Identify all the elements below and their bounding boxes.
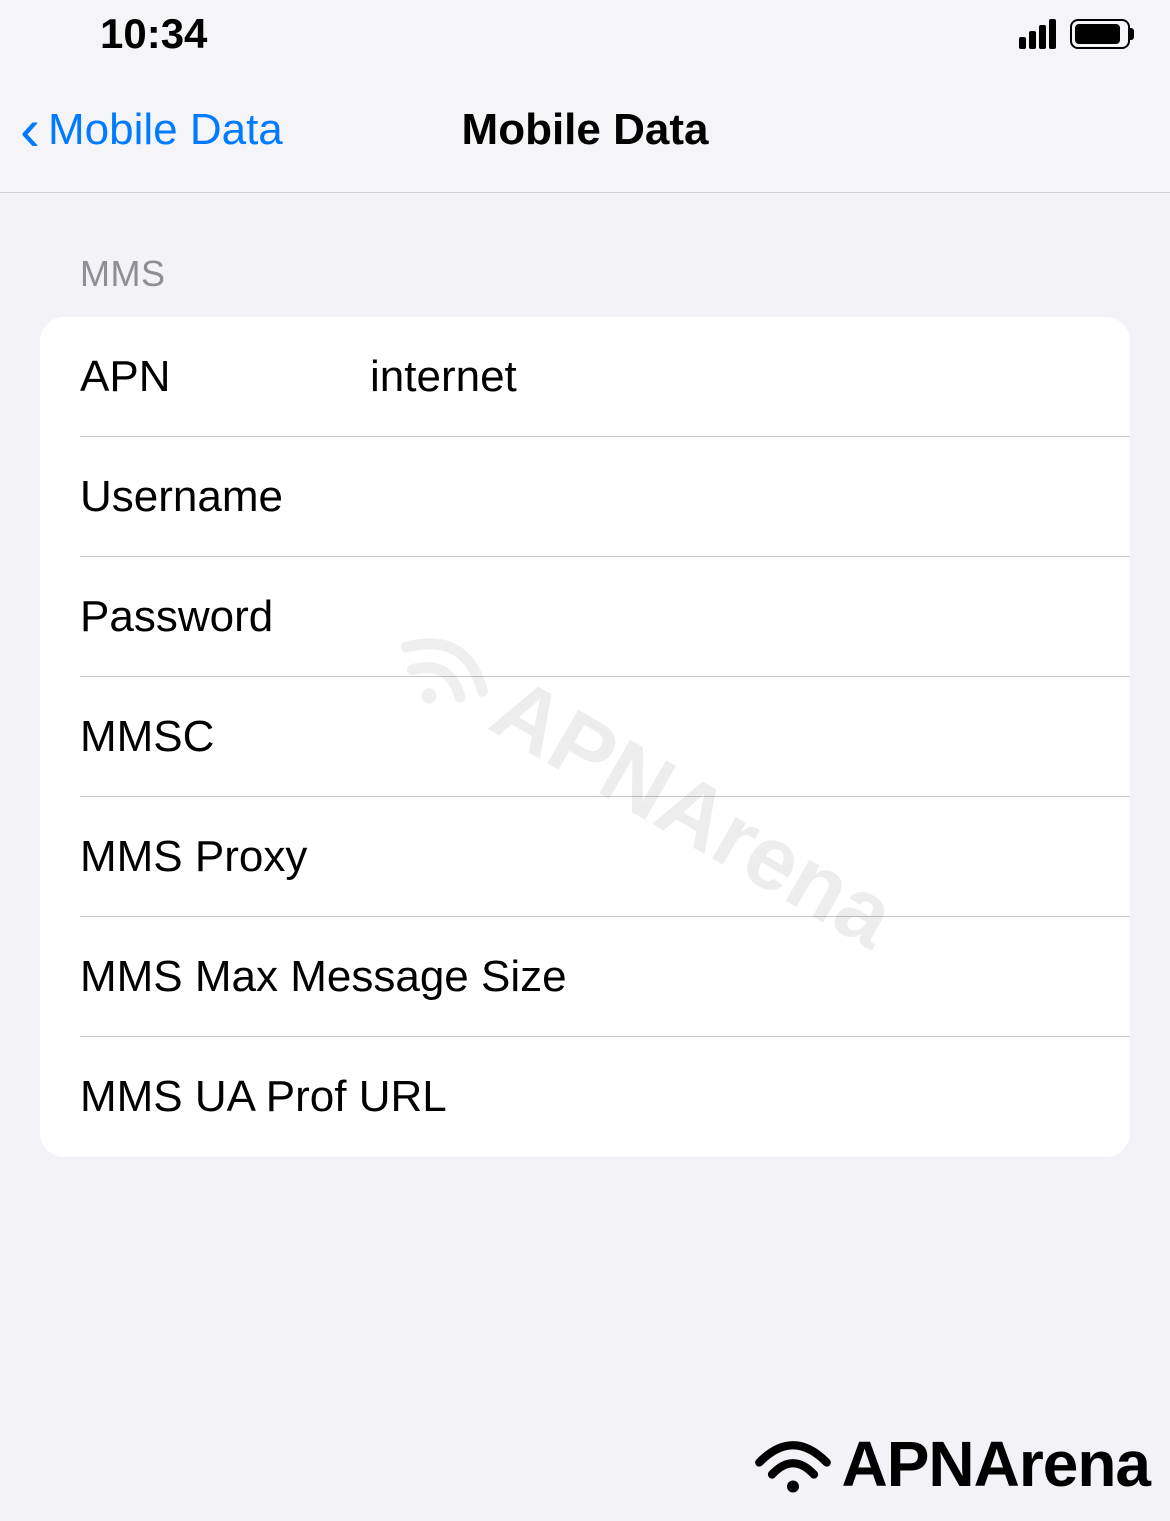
footer-brand-text: APNArena [841,1427,1150,1501]
label-apn: APN [80,352,370,402]
page-title: Mobile Data [462,105,709,155]
label-mmsc: MMSC [80,712,370,762]
row-username[interactable]: Username [40,437,1130,557]
back-label: Mobile Data [48,105,283,155]
footer-brand: APNArena [753,1427,1150,1501]
status-indicators [1019,19,1130,49]
navigation-bar: ‹ Mobile Data Mobile Data [0,68,1170,193]
label-mms-ua-prof: MMS UA Prof URL [80,1072,447,1122]
row-apn[interactable]: APN internet [40,317,1130,437]
chevron-left-icon: ‹ [20,100,40,160]
content: MMS APN internet Username Password MMSC … [0,193,1170,1157]
label-username: Username [80,472,370,522]
row-mmsc[interactable]: MMSC [40,677,1130,797]
row-mms-ua-prof[interactable]: MMS UA Prof URL [40,1037,1130,1157]
status-bar: 10:34 [0,0,1170,68]
cellular-signal-icon [1019,19,1056,49]
row-mms-max-size[interactable]: MMS Max Message Size [40,917,1130,1037]
wifi-icon [753,1434,833,1494]
section-header-mms: MMS [40,253,1130,295]
status-time: 10:34 [100,10,207,58]
label-mms-max-size: MMS Max Message Size [80,952,567,1002]
row-password[interactable]: Password [40,557,1130,677]
row-mms-proxy[interactable]: MMS Proxy [40,797,1130,917]
back-button[interactable]: ‹ Mobile Data [0,100,283,160]
settings-group-mms: APN internet Username Password MMSC MMS … [40,317,1130,1157]
battery-icon [1070,19,1130,49]
label-password: Password [80,592,370,642]
value-apn: internet [370,352,517,402]
label-mms-proxy: MMS Proxy [80,832,370,882]
